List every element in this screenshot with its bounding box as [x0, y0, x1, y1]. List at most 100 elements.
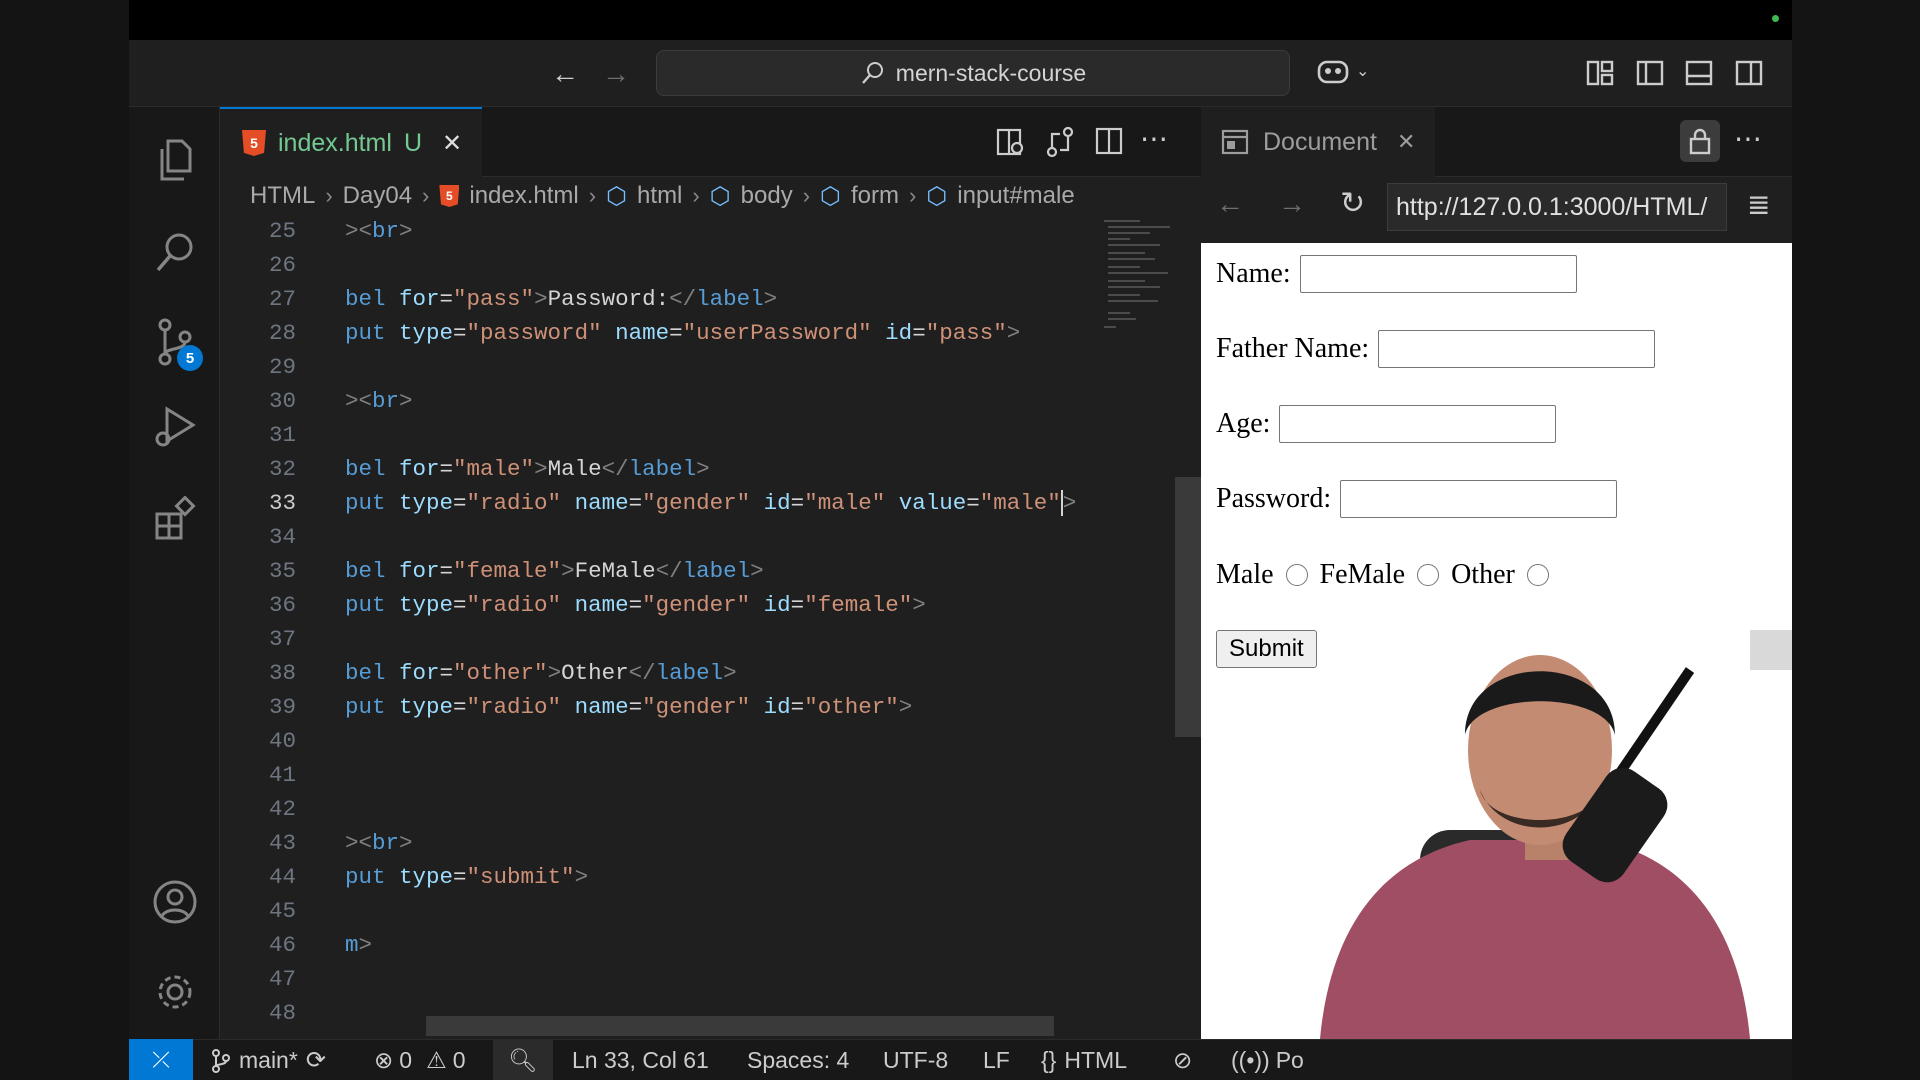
code-line[interactable]: 39 put type="radio" name="gender" id="oth… [220, 690, 1100, 724]
code-line[interactable]: 35 bel for="female">FeMale</label> [220, 554, 1100, 588]
end-of-line[interactable]: LF [983, 1040, 1010, 1080]
male-radio[interactable] [1285, 564, 1308, 586]
father-name-input[interactable] [1378, 330, 1656, 368]
url-input[interactable]: http://127.0.0.1:3000/HTML/ [1387, 183, 1727, 231]
breadcrumb-item[interactable]: HTML [250, 182, 315, 210]
minimap[interactable] [1100, 215, 1175, 1039]
code-line[interactable]: 29 [220, 350, 1100, 384]
code-token: > [534, 456, 548, 482]
code-token: = [628, 490, 643, 516]
accounts-button[interactable] [129, 867, 220, 937]
code-line[interactable]: 30 ><br> [220, 384, 1100, 418]
customize-layout-icon[interactable] [1586, 60, 1614, 86]
toggle-panel-icon[interactable] [1685, 60, 1713, 86]
forward-arrow-icon[interactable]: → [1278, 188, 1306, 220]
run-debug-button[interactable] [129, 392, 220, 462]
code-token: put [345, 694, 400, 720]
branch-name: main* [239, 1047, 298, 1073]
other-radio[interactable] [1526, 564, 1549, 586]
breadcrumb-item[interactable]: body [741, 182, 793, 210]
code-token: > [561, 558, 575, 584]
vertical-scrollbar[interactable] [1175, 477, 1201, 737]
line-number: 42 [268, 796, 296, 822]
code-token: "gender" [642, 694, 751, 720]
cursor-position[interactable]: Ln 33, Col 61 [572, 1040, 709, 1080]
line-number: 25 [268, 218, 296, 244]
password-input[interactable] [1340, 480, 1618, 518]
code-text: put type="password" name="userPassword" … [345, 316, 1020, 350]
tab-document[interactable]: Document ✕ [1201, 107, 1435, 177]
toggle-primary-sidebar-icon[interactable] [1636, 60, 1664, 86]
horizontal-scrollbar[interactable] [426, 1016, 1054, 1036]
forward-arrow-icon[interactable]: → [594, 40, 638, 107]
code-line[interactable]: 41 [220, 758, 1100, 792]
copilot-menu[interactable]: ⌄ [1316, 56, 1369, 86]
female-radio[interactable] [1417, 564, 1440, 586]
sync-icon[interactable]: ⟳ [306, 1040, 326, 1080]
split-editor-icon[interactable] [1095, 127, 1123, 155]
tab-index-html[interactable]: 5 index.html U ✕ [220, 107, 482, 177]
code-line[interactable]: 26 [220, 248, 1100, 282]
more-actions-icon[interactable]: ⋯ [1734, 122, 1762, 155]
menu-icon[interactable]: ≣ [1747, 188, 1770, 221]
code-line[interactable]: 36 put type="radio" name="gender" id="fem… [220, 588, 1100, 622]
code-line[interactable]: 28 put type="password" name="userPassword… [220, 316, 1100, 350]
more-actions-icon[interactable]: ⋯ [1140, 122, 1168, 155]
language-mode[interactable]: {} HTML [1041, 1040, 1127, 1080]
age-input[interactable] [1279, 405, 1557, 443]
open-preview-icon[interactable] [996, 127, 1026, 157]
code-line[interactable]: 47 [220, 962, 1100, 996]
name-input[interactable] [1299, 255, 1577, 293]
breadcrumb-item[interactable]: index.html [469, 182, 578, 210]
code-line[interactable]: 33 put type="radio" name="gender" id="mal… [220, 486, 1100, 520]
branch-status[interactable]: main* ⟳ [211, 1040, 326, 1080]
open-changes-icon[interactable] [1045, 126, 1075, 158]
code-line[interactable]: 44 put type="submit"> [220, 860, 1100, 894]
remote-indicator[interactable]: ⤫ [129, 1039, 193, 1080]
code-token: put [345, 592, 400, 618]
code-line[interactable]: 42 [220, 792, 1100, 826]
breadcrumb-item[interactable]: input#male [957, 182, 1074, 210]
back-arrow-icon[interactable]: ← [543, 40, 587, 107]
manage-button[interactable] [129, 957, 220, 1027]
code-line[interactable]: 45 [220, 894, 1100, 928]
extensions-button[interactable] [129, 483, 220, 553]
code-editor[interactable]: 25 ><br> 26 27 bel for="pass">Password:</lab… [220, 215, 1100, 1039]
explorer-button[interactable] [129, 125, 220, 195]
lock-group-button[interactable] [1680, 120, 1720, 162]
code-line[interactable]: 25 ><br> [220, 215, 1100, 248]
code-line[interactable]: 37 [220, 622, 1100, 656]
search-view-button[interactable] [129, 217, 220, 287]
chevron-right-icon: › [325, 183, 333, 208]
close-icon[interactable]: ✕ [442, 129, 462, 158]
activity-bar: 5 [129, 107, 220, 1039]
indentation[interactable]: Spaces: 4 [747, 1040, 849, 1080]
code-line[interactable]: 32 bel for="male">Male</label> [220, 452, 1100, 486]
code-token: "male" [979, 490, 1061, 516]
code-line[interactable]: 40 [220, 724, 1100, 758]
code-token: = [790, 490, 805, 516]
chevron-right-icon: › [422, 183, 430, 208]
zoom-icon[interactable]: 🔍︎ [493, 1040, 553, 1080]
command-center-search[interactable]: mern-stack-course [656, 50, 1290, 96]
reload-icon[interactable]: ↻ [1340, 186, 1365, 221]
toggle-secondary-sidebar-icon[interactable] [1735, 60, 1763, 86]
code-line[interactable]: 31 [220, 418, 1100, 452]
breadcrumb-item[interactable]: Day04 [343, 182, 412, 210]
code-line[interactable]: 34 [220, 520, 1100, 554]
code-line[interactable]: 46 m> [220, 928, 1100, 962]
code-line[interactable]: 38 bel for="other">Other</label> [220, 656, 1100, 690]
source-control-button[interactable]: 5 [129, 307, 220, 377]
breadcrumb-item[interactable]: form [851, 182, 899, 210]
code-line[interactable]: 27 bel for="pass">Password:</label> [220, 282, 1100, 316]
back-arrow-icon[interactable]: ← [1216, 188, 1244, 220]
copilot-status-icon[interactable]: ⊘ [1173, 1040, 1192, 1080]
breadcrumb-item[interactable]: html [637, 182, 682, 210]
lock-icon [1689, 128, 1711, 155]
ports-status[interactable]: ((•)) Po [1231, 1040, 1304, 1080]
code-text: put type="radio" name="gender" id="other… [345, 690, 912, 724]
close-icon[interactable]: ✕ [1397, 129, 1415, 155]
problems-status[interactable]: ⊗ 0 ⚠ 0 [374, 1040, 466, 1080]
code-line[interactable]: 43 ><br> [220, 826, 1100, 860]
encoding[interactable]: UTF-8 [883, 1040, 948, 1080]
